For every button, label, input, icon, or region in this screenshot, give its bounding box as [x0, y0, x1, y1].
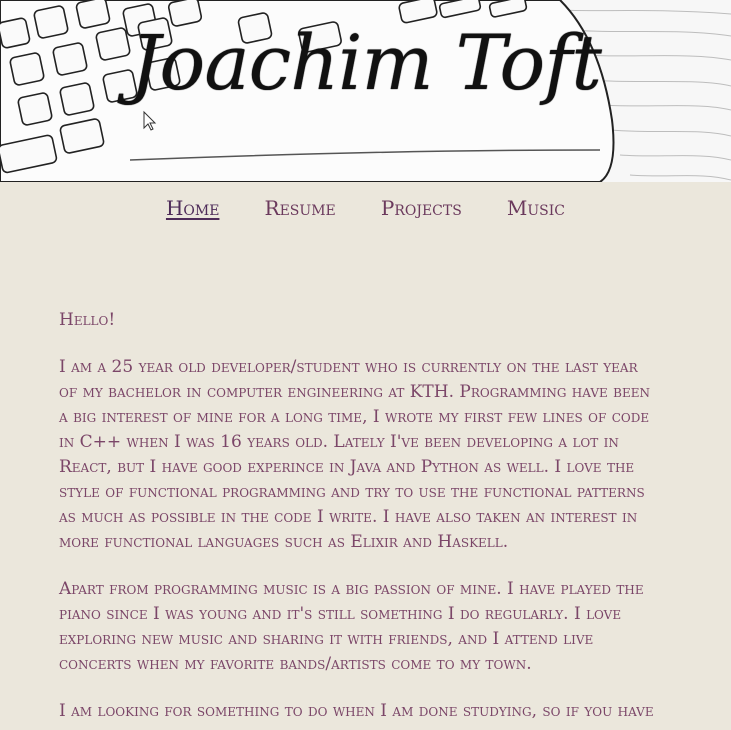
- nav-item-projects[interactable]: Projects: [381, 196, 462, 220]
- nav-item-music[interactable]: Music: [507, 196, 565, 220]
- site-title: Joachim Toft: [130, 18, 602, 107]
- header-banner: Joachim Toft: [0, 0, 731, 182]
- music-paragraph: Apart from programming music is a big pa…: [59, 579, 644, 674]
- greeting-text: Hello!: [59, 310, 116, 330]
- intro-paragraph: I am a 25 year old developer/student who…: [59, 357, 651, 552]
- looking-paragraph: I am looking for something to do when I …: [59, 701, 654, 721]
- nav-item-resume[interactable]: Resume: [265, 196, 336, 220]
- main-content: Hello! I am a 25 year old developer/stud…: [59, 308, 659, 730]
- nav-item-home[interactable]: Home: [166, 196, 219, 220]
- main-nav: Home Resume Projects Music: [0, 196, 731, 220]
